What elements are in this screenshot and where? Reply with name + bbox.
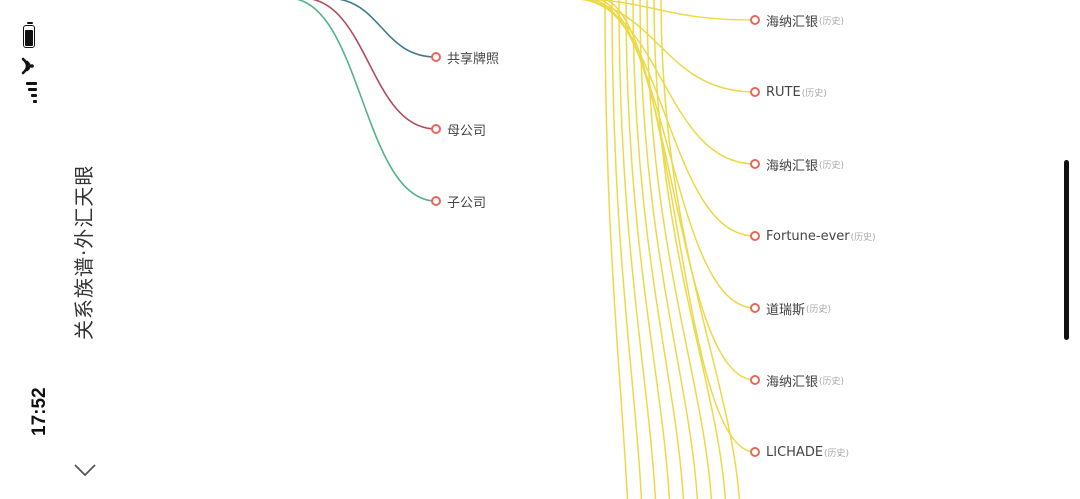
history-tag: (历史) (806, 304, 832, 315)
node-label: 海纳汇银 (766, 374, 819, 390)
scrollbar[interactable] (1064, 160, 1069, 340)
node-label: 母公司 (447, 123, 487, 139)
history-tag: (历史) (801, 88, 827, 99)
history-node[interactable]: Fortune-ever (历史) (750, 226, 876, 246)
node-label: Fortune-ever (766, 228, 850, 244)
history-node[interactable]: RUTE (历史) (750, 82, 827, 102)
relation-link (339, 0, 437, 58)
relation-graph (296, 0, 756, 499)
node-dot-icon (750, 15, 760, 25)
node-dot-icon (431, 196, 441, 206)
history-node[interactable]: LICHADE (历史) (750, 442, 849, 462)
node-label: 共享牌照 (447, 51, 500, 67)
history-link (591, 0, 756, 309)
history-tag: (历史) (819, 160, 845, 171)
node-dot-icon (431, 52, 441, 62)
node-label: LICHADE (766, 444, 824, 460)
relation-node[interactable]: 共享牌照 (431, 47, 499, 67)
relation-link (312, 0, 437, 130)
history-link (580, 0, 756, 93)
relation-link (296, 0, 437, 202)
history-link (603, 0, 756, 453)
history-node[interactable]: 海纳汇银 (历史) (750, 370, 844, 390)
history-link-offscreen (604, 0, 629, 499)
history-link (586, 0, 756, 237)
node-dot-icon (750, 303, 760, 313)
history-link (593, 0, 756, 21)
node-dot-icon (431, 124, 441, 134)
history-link-offscreen (618, 0, 657, 499)
node-dot-icon (750, 375, 760, 385)
node-dot-icon (750, 87, 760, 97)
node-label: 海纳汇银 (766, 158, 819, 174)
node-label: 道瑞斯 (766, 302, 806, 318)
history-tag: (历史) (819, 376, 845, 387)
history-tag: (历史) (850, 232, 876, 243)
node-dot-icon (750, 159, 760, 169)
history-tag: (历史) (824, 448, 850, 459)
history-node[interactable]: 海纳汇银 (历史) (750, 154, 844, 174)
relation-node[interactable]: 子公司 (431, 191, 486, 211)
relation-node[interactable]: 母公司 (431, 119, 486, 139)
history-link-offscreen (653, 0, 727, 499)
node-label: 子公司 (447, 195, 487, 211)
history-tag: (历史) (819, 16, 845, 27)
history-node[interactable]: 道瑞斯 (历史) (750, 298, 831, 318)
node-dot-icon (750, 447, 760, 457)
node-label: 海纳汇银 (766, 14, 819, 30)
node-label: RUTE (766, 84, 801, 100)
node-dot-icon (750, 231, 760, 241)
history-node[interactable]: 海纳汇银 (历史) (750, 10, 844, 30)
